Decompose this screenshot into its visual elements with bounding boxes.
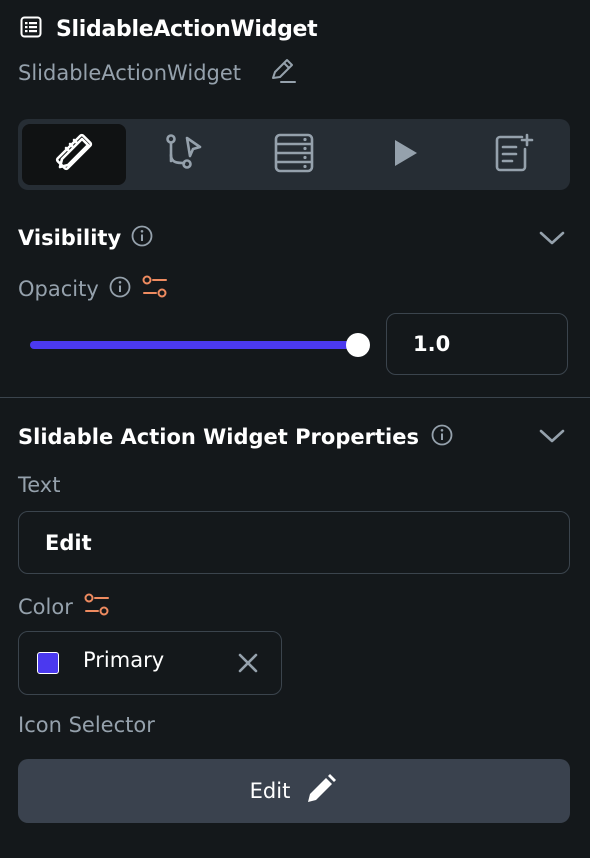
text-value: Edit: [45, 530, 92, 555]
play-icon: [382, 131, 426, 179]
widget-name: SlidableActionWidget: [18, 61, 242, 85]
chevron-down-icon[interactable]: [538, 424, 566, 452]
icon-edit-label: Edit: [249, 779, 291, 803]
opacity-label-row: Opacity: [18, 274, 169, 304]
section-divider: [0, 397, 590, 398]
pencil-icon: [304, 772, 338, 811]
info-icon[interactable]: [131, 225, 153, 251]
tab-actions[interactable]: [132, 124, 236, 185]
set-variable-icon[interactable]: [83, 592, 111, 622]
visibility-header[interactable]: Visibility: [18, 223, 153, 253]
chevron-down-icon[interactable]: [538, 226, 566, 254]
widget-title: SlidableActionWidget: [56, 16, 318, 42]
backend-query-icon: [272, 131, 316, 179]
set-variable-icon[interactable]: [141, 274, 169, 304]
tab-animations[interactable]: [352, 124, 456, 185]
text-input[interactable]: Edit: [18, 511, 570, 574]
design-ruler-icon: [52, 131, 96, 179]
color-swatch: [37, 652, 59, 674]
opacity-value: 1.0: [413, 332, 451, 356]
opacity-slider-thumb[interactable]: [346, 333, 370, 357]
opacity-slider-track[interactable]: [30, 341, 358, 349]
icon-edit-button[interactable]: Edit: [18, 759, 570, 823]
text-label: Text: [18, 473, 61, 497]
color-picker[interactable]: Primary: [18, 631, 282, 695]
list-icon: [20, 16, 42, 42]
action-flow-icon: [162, 131, 206, 179]
color-label: Color: [18, 595, 73, 619]
color-name: Primary: [83, 648, 165, 672]
tab-properties[interactable]: [22, 124, 126, 185]
visibility-title: Visibility: [18, 226, 122, 250]
widget-header: SlidableActionWidget: [20, 14, 318, 44]
tab-backend-query[interactable]: [242, 124, 346, 185]
icon-selector-label: Icon Selector: [18, 713, 155, 737]
properties-title: Slidable Action Widget Properties: [18, 425, 419, 449]
opacity-label: Opacity: [18, 277, 99, 301]
widget-name-row: SlidableActionWidget: [18, 58, 297, 88]
properties-header[interactable]: Slidable Action Widget Properties: [18, 422, 453, 452]
color-label-row: Color: [18, 592, 111, 622]
tab-notes[interactable]: [462, 124, 566, 185]
info-icon[interactable]: [431, 424, 453, 450]
info-icon[interactable]: [109, 276, 131, 302]
opacity-input[interactable]: 1.0: [386, 313, 568, 375]
property-tabs: [18, 119, 570, 190]
close-icon[interactable]: [237, 652, 259, 678]
pencil-outline-icon[interactable]: [267, 56, 297, 90]
add-note-icon: [492, 131, 536, 179]
